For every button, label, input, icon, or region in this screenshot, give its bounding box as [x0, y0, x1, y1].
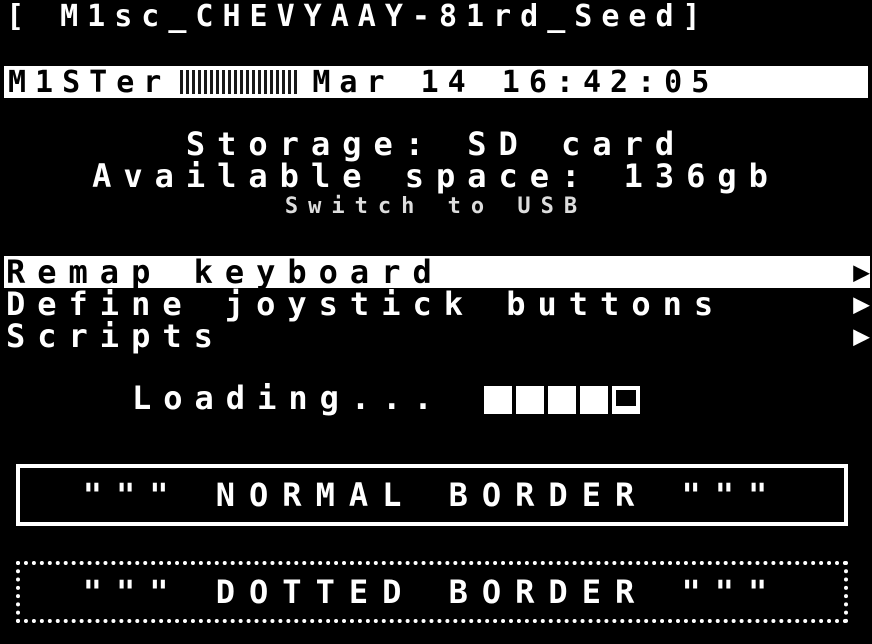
chevron-right-icon: ▶ [853, 255, 870, 288]
status-bar: M1STer Mar 14 16:42:05 [4, 64, 868, 100]
chevron-right-icon: ▶ [853, 287, 870, 320]
progress-block [516, 386, 544, 414]
menu-item-label: Define joystick buttons [6, 285, 726, 323]
dotted-border-label: """ DOTTED BORDER """ [82, 573, 782, 611]
loading-label: Loading... [132, 379, 445, 417]
menu-item-scripts[interactable]: Scripts ▶ [4, 317, 870, 355]
menu-item-define-joystick-buttons[interactable]: Define joystick buttons ▶ [4, 285, 870, 323]
menu-item-label: Scripts [6, 317, 225, 355]
status-left-text: M1STer [8, 64, 171, 100]
menu-item-remap-keyboard[interactable]: Remap keyboard ▶ [4, 256, 870, 288]
progress-block [580, 386, 608, 414]
window-title: [ M1sc_CHEVYAAY-81rd_Seed] [6, 0, 710, 34]
status-clock: Mar 14 16:42:05 [312, 64, 719, 100]
storage-label: Storage: SD card [185, 125, 687, 163]
available-space-label: Available space: 136gb [92, 157, 780, 195]
progress-block [612, 386, 640, 414]
normal-border-box: """ NORMAL BORDER """ [16, 464, 848, 526]
menu-item-label: Remap keyboard [6, 253, 444, 291]
chevron-right-icon: ▶ [853, 319, 870, 352]
progress-block [484, 386, 512, 414]
status-icons [180, 70, 299, 94]
normal-border-label: """ NORMAL BORDER """ [82, 476, 782, 514]
loading-progress-bar [484, 386, 640, 414]
progress-block [548, 386, 576, 414]
dotted-border-box: """ DOTTED BORDER """ [16, 561, 848, 623]
switch-storage-hint: Switch to USB [284, 194, 588, 219]
